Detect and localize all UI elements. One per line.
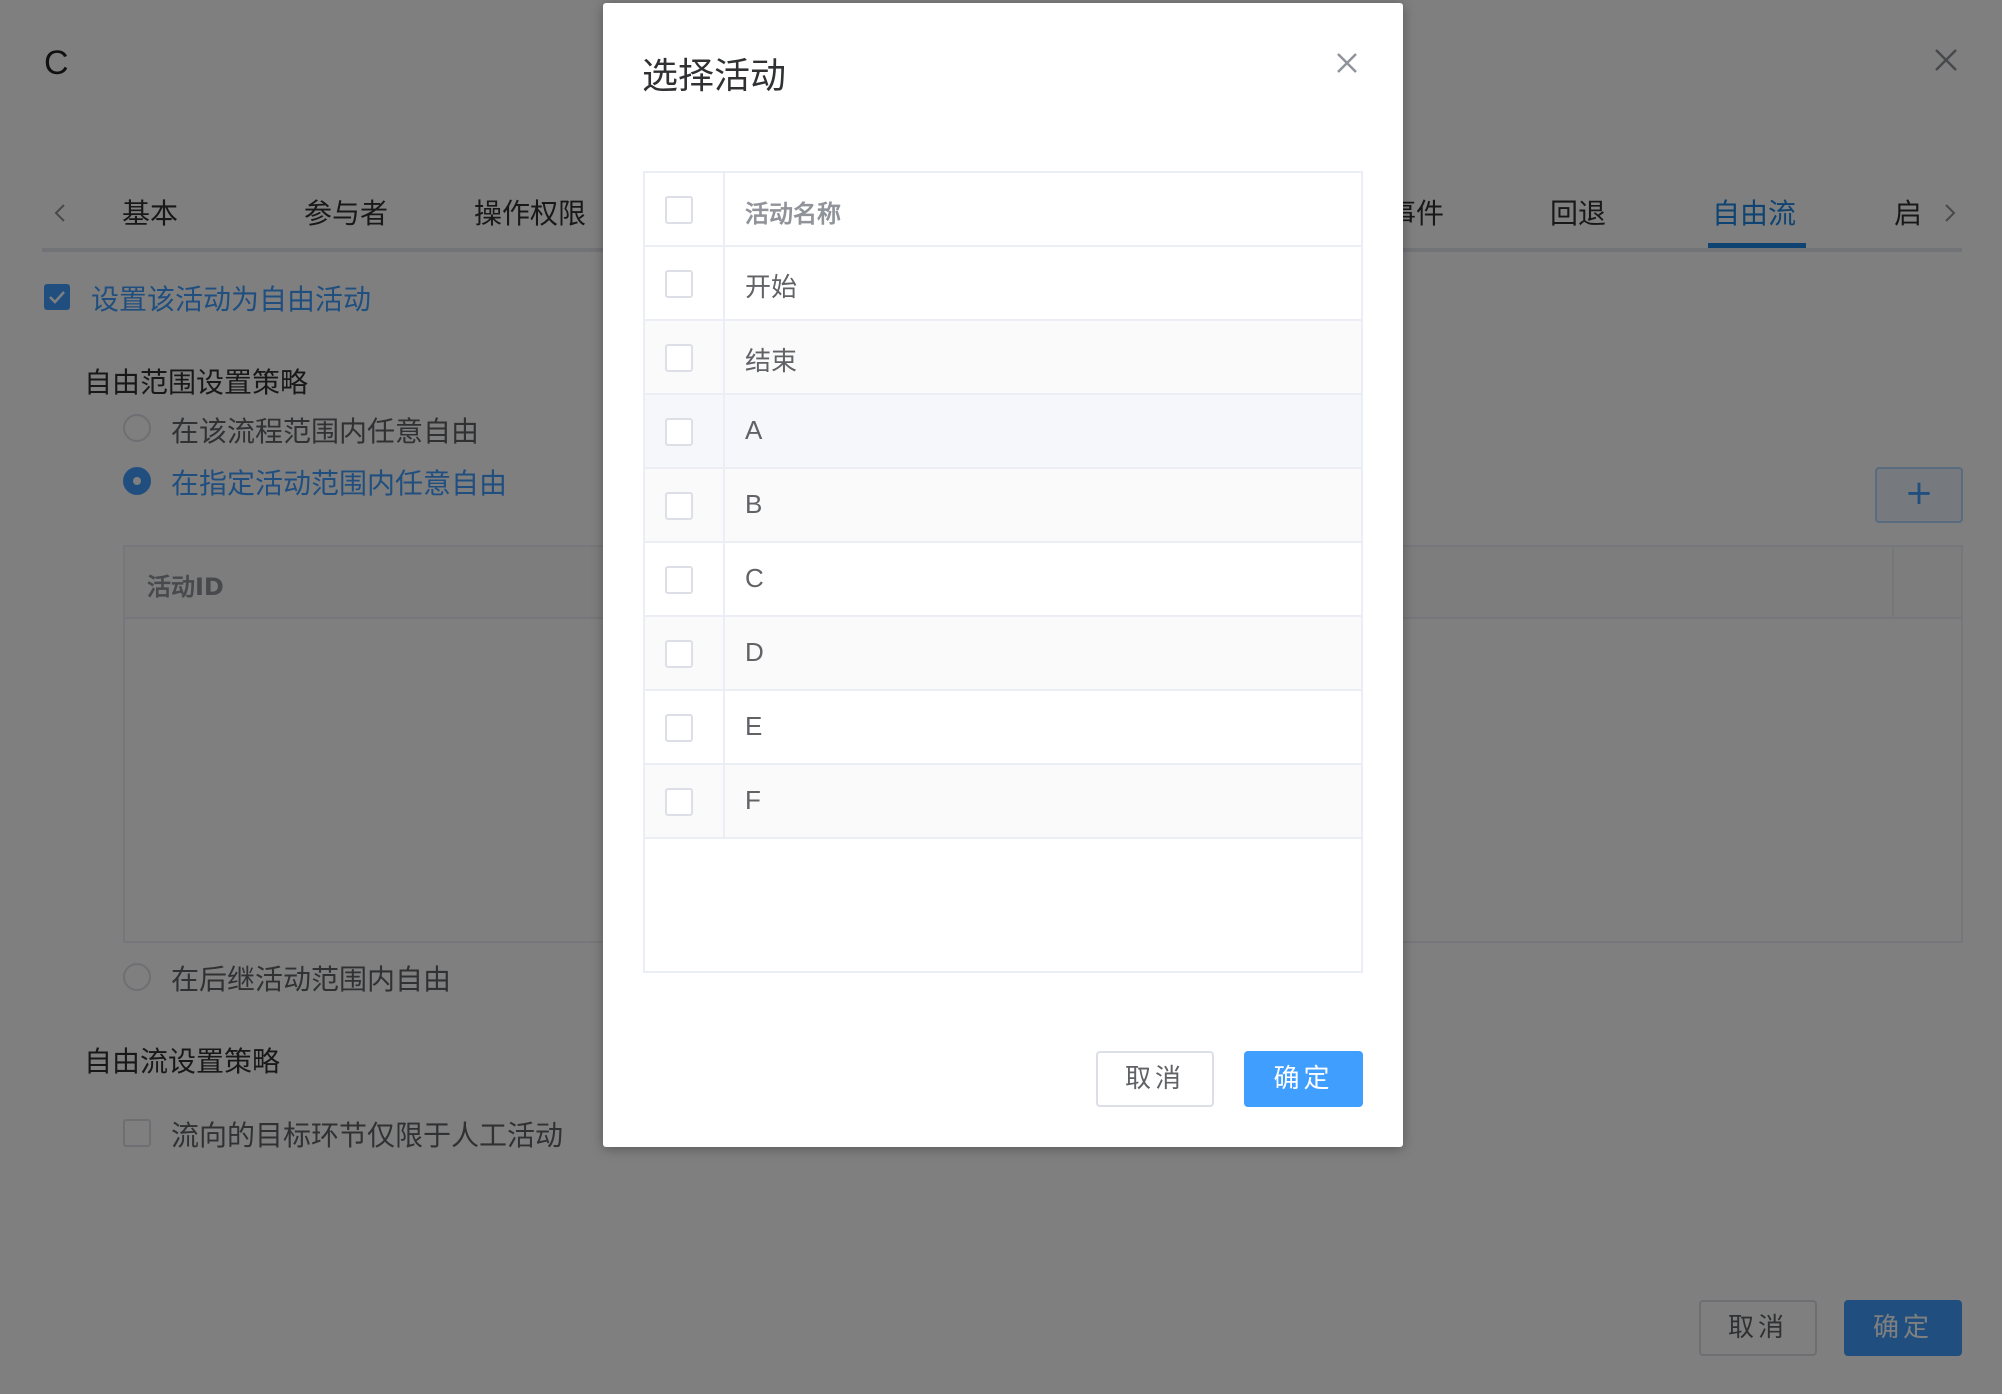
activity-select-table: 活动名称 开始 结束 A B C D E F	[643, 171, 1363, 973]
row-checkbox[interactable]	[665, 344, 693, 372]
column-divider	[723, 691, 725, 763]
table-row[interactable]: 结束	[645, 321, 1361, 395]
close-icon[interactable]	[1331, 47, 1363, 79]
row-checkbox[interactable]	[665, 714, 693, 742]
activity-name: 结束	[745, 346, 798, 376]
column-divider	[723, 617, 725, 689]
row-checkbox[interactable]	[665, 492, 693, 520]
row-checkbox[interactable]	[665, 640, 693, 668]
row-checkbox[interactable]	[665, 270, 693, 298]
select-all-checkbox[interactable]	[665, 196, 693, 224]
table-row[interactable]: A	[645, 395, 1361, 469]
dialog-cancel-button[interactable]: 取消	[1096, 1051, 1214, 1107]
column-divider	[723, 395, 725, 467]
activity-name: C	[745, 563, 764, 593]
column-divider	[723, 765, 725, 837]
table-header-row: 活动名称	[645, 173, 1361, 247]
column-divider	[723, 247, 725, 319]
dialog-title: 选择活动	[642, 56, 787, 97]
table-row[interactable]: F	[645, 765, 1361, 839]
row-checkbox[interactable]	[665, 788, 693, 816]
column-divider	[723, 173, 725, 245]
column-divider	[723, 321, 725, 393]
activity-name: A	[745, 415, 763, 445]
table-row[interactable]: 开始	[645, 247, 1361, 321]
row-checkbox[interactable]	[665, 566, 693, 594]
table-row[interactable]: E	[645, 691, 1361, 765]
select-activity-dialog: 选择活动 活动名称 开始 结束 A B C D E F 取消 确定	[603, 3, 1403, 1147]
column-divider	[723, 543, 725, 615]
activity-name: E	[745, 711, 763, 741]
table-row[interactable]: D	[645, 617, 1361, 691]
activity-name: F	[745, 785, 761, 815]
activity-name: B	[745, 489, 763, 519]
activity-name: 开始	[745, 272, 798, 302]
activity-name: D	[745, 637, 764, 667]
dialog-confirm-button[interactable]: 确定	[1244, 1051, 1363, 1107]
column-activity-name: 活动名称	[745, 200, 841, 228]
table-row[interactable]: C	[645, 543, 1361, 617]
table-row[interactable]: B	[645, 469, 1361, 543]
row-checkbox[interactable]	[665, 418, 693, 446]
column-divider	[723, 469, 725, 541]
